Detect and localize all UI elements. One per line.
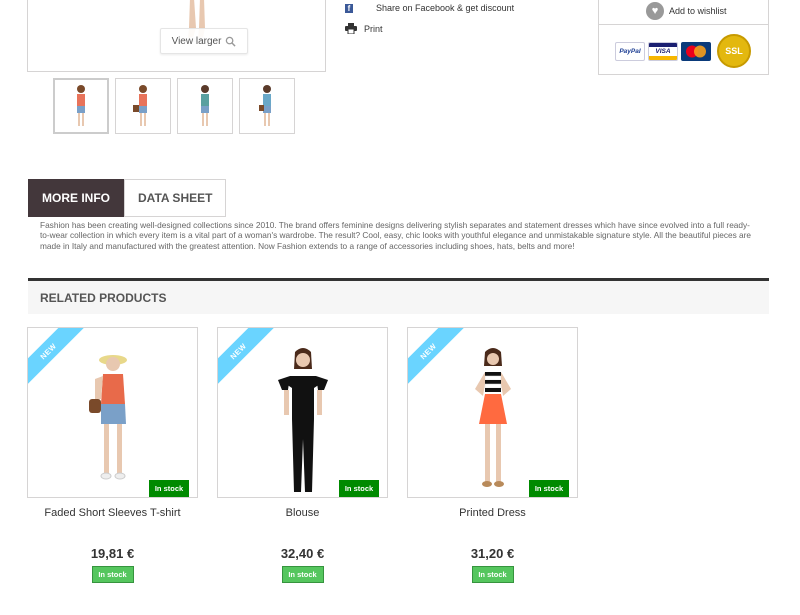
share-facebook-link[interactable]: f Share on Facebook & get discount (345, 3, 514, 13)
ssl-badge: SSL (717, 34, 751, 68)
product-card: New In stock Printed Dress 31,20 € In st… (407, 327, 578, 583)
paypal-logo: PayPal (615, 41, 645, 61)
thumbnail-strip (53, 78, 295, 134)
view-larger-label: View larger (171, 35, 222, 47)
in-stock-label: In stock (471, 566, 514, 583)
thumbnail-photo (259, 85, 271, 126)
related-products-title: Related products (40, 290, 167, 305)
view-larger-button[interactable]: View larger (160, 28, 248, 54)
product-price: 32,40 € (280, 546, 325, 561)
tab-data-sheet[interactable]: Data sheet (124, 179, 227, 217)
product-photo (88, 355, 127, 480)
thumbnail[interactable] (177, 78, 233, 134)
product-name[interactable]: Blouse (217, 507, 388, 519)
payment-logos: PayPal VISA SSL (599, 25, 768, 68)
in-stock-label: In stock (281, 566, 324, 583)
in-stock-label: In stock (91, 566, 134, 583)
tab-more-info[interactable]: More info (28, 179, 124, 217)
visa-logo: VISA (648, 41, 678, 61)
product-image[interactable]: New In stock (217, 327, 388, 498)
buy-box: ♥ Add to wishlist PayPal VISA SSL (598, 0, 769, 75)
thumbnail-photo (133, 85, 147, 126)
add-to-wishlist-button[interactable]: ♥ Add to wishlist (599, 0, 768, 25)
new-ribbon: New (28, 328, 87, 390)
product-photo (277, 348, 328, 492)
product-tabs: More info Data sheet (28, 179, 227, 217)
printer-icon (345, 23, 357, 34)
product-image[interactable]: New In stock (27, 327, 198, 498)
new-ribbon: New (408, 328, 467, 390)
thumbnail[interactable] (239, 78, 295, 134)
share-facebook-label: Share on Facebook & get discount (376, 3, 515, 13)
zoom-icon (226, 36, 237, 47)
thumbnail-photo (201, 85, 209, 126)
product-main-image[interactable]: View larger (27, 0, 326, 72)
product-name[interactable]: Printed Dress (407, 507, 578, 519)
wishlist-label: Add to wishlist (669, 6, 727, 16)
print-link[interactable]: Print (345, 23, 383, 34)
product-description: Fashion has been creating well-designed … (40, 220, 752, 251)
heart-icon: ♥ (646, 2, 664, 20)
thumbnail[interactable] (53, 78, 109, 134)
product-card: New In stock Blouse 32,40 € In stock (217, 327, 388, 583)
product-card: New In stock Faded Short Sleeves T-shirt… (27, 327, 198, 583)
facebook-icon: f (345, 3, 353, 13)
related-products-list: New In stock Faded Short Sleeves T-shirt… (27, 327, 578, 583)
thumbnail-photo (77, 85, 85, 126)
product-price: 19,81 € (90, 546, 135, 561)
in-stock-badge: In stock (149, 480, 189, 497)
product-price: 31,20 € (470, 546, 515, 561)
product-photo (474, 348, 511, 487)
in-stock-badge: In stock (339, 480, 379, 497)
product-image[interactable]: New In stock (407, 327, 578, 498)
print-label: Print (364, 23, 383, 34)
in-stock-badge: In stock (529, 480, 569, 497)
related-products-header: Related products (28, 278, 769, 314)
thumbnail[interactable] (115, 78, 171, 134)
product-name[interactable]: Faded Short Sleeves T-shirt (27, 507, 198, 519)
mastercard-logo (681, 41, 711, 61)
